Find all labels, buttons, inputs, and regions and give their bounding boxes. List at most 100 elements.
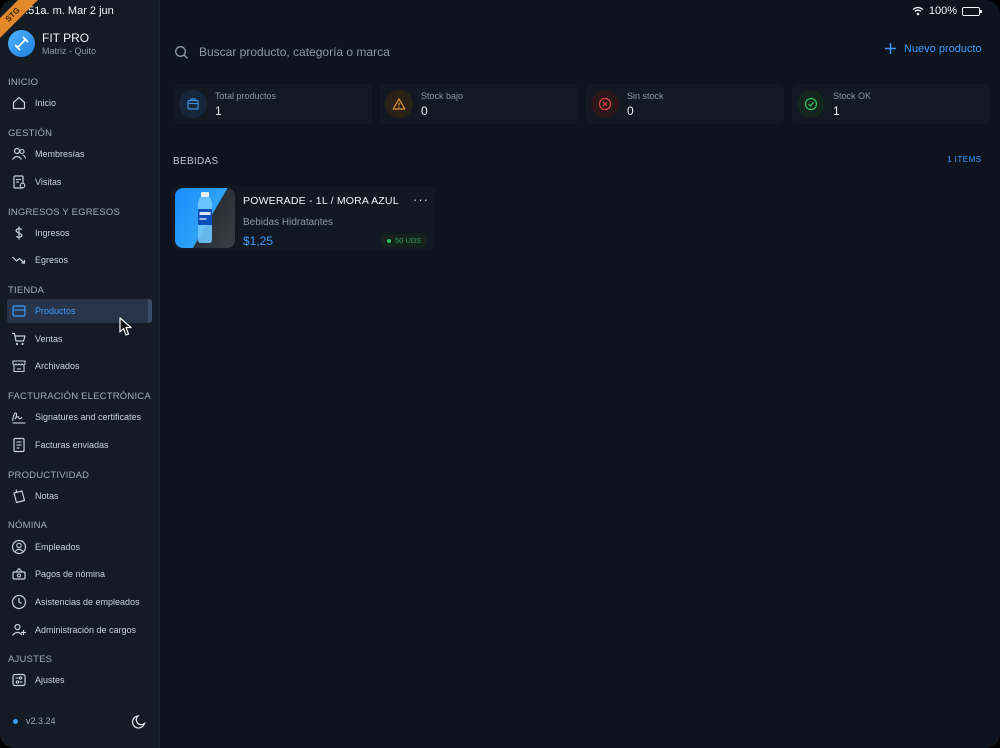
section-label-gestion: GESTIÓN	[8, 128, 53, 139]
search-input[interactable]	[199, 45, 699, 59]
sidebar-item-egresos[interactable]: Egresos	[7, 248, 152, 272]
visits-icon	[13, 175, 26, 189]
section-label-facturacion: FACTURACIÓN ELECTRÓNICA	[8, 391, 151, 402]
sidebar-item-label: Egresos	[35, 255, 69, 265]
section-label-inicio: INICIO	[8, 77, 39, 88]
sidebar-item-ingresos[interactable]: Ingresos	[7, 221, 152, 245]
stat-label: Stock bajo	[421, 90, 464, 101]
sidebar-item-signatures[interactable]: Signatures and certificates	[7, 405, 152, 429]
sidebar-item-empleados[interactable]: Empleados	[7, 535, 152, 559]
sidebar-item-label: Productos	[35, 306, 76, 316]
moon-icon[interactable]	[130, 713, 148, 731]
sidebar-item-ajustes[interactable]: Ajustes	[7, 668, 152, 692]
version-status-dot	[13, 718, 18, 724]
settings-icon	[12, 673, 26, 687]
signature-icon	[11, 412, 26, 424]
check-circle-icon	[797, 90, 825, 118]
stat-label: Stock OK	[833, 90, 872, 101]
stat-stock-ok[interactable]: Stock OK 1	[792, 84, 990, 124]
stat-value: 1	[215, 103, 222, 118]
warning-icon	[385, 90, 413, 118]
sidebar-item-asistencias[interactable]: Asistencias de empleados	[7, 590, 152, 614]
stat-stock-bajo[interactable]: Stock bajo 0	[380, 84, 578, 124]
plus-icon	[885, 43, 896, 54]
sidebar-item-archivados[interactable]: Archivados	[7, 354, 152, 378]
stock-badge: 50 UDS	[382, 234, 427, 247]
stock-status-dot	[387, 238, 391, 243]
search-bar[interactable]	[174, 40, 774, 64]
status-time: 8:51a. m. Mar 2 jun	[19, 5, 114, 17]
clock-icon	[11, 594, 27, 610]
sidebar-item-label: Ingresos	[35, 228, 70, 238]
brand-subtitle: Matriz - Quito	[42, 45, 97, 56]
x-circle-icon	[591, 90, 619, 118]
wifi-icon	[912, 6, 924, 16]
mouse-cursor-icon	[119, 317, 132, 336]
new-product-button[interactable]: Nuevo producto	[884, 42, 982, 55]
stat-sin-stock[interactable]: Sin stock 0	[586, 84, 784, 124]
battery-icon	[962, 6, 982, 16]
section-label-productividad: PRODUCTIVIDAD	[8, 470, 90, 481]
trend-down-icon	[12, 256, 26, 264]
section-label-nomina: NÓMINA	[8, 520, 48, 531]
product-name: POWERADE - 1L / MORA AZUL	[243, 195, 399, 207]
section-label-ajustes: AJUSTES	[8, 654, 53, 665]
sidebar-item-notas[interactable]: Notas	[7, 484, 152, 508]
users-icon	[12, 147, 27, 160]
payroll-icon	[12, 567, 26, 580]
stat-value: 0	[627, 103, 634, 118]
sidebar-item-label: Ventas	[35, 334, 63, 344]
user-circle-icon	[11, 539, 27, 555]
sidebar-item-label: Visitas	[35, 177, 62, 187]
stat-label: Sin stock	[627, 90, 664, 101]
battery-percent: 100%	[928, 5, 957, 17]
sidebar: FIT PRO Matriz - Quito INICIO Inicio GES…	[0, 0, 160, 748]
section-label-tienda: TIENDA	[8, 285, 45, 296]
search-icon	[175, 45, 188, 59]
sidebar-item-visitas[interactable]: Visitas	[7, 170, 152, 194]
stat-value: 0	[421, 103, 428, 118]
home-icon	[12, 96, 26, 110]
user-plus-icon	[12, 623, 26, 636]
invoice-icon	[13, 437, 25, 453]
section-label-ingresos-egresos: INGRESOS Y EGRESOS	[8, 207, 121, 218]
product-image	[175, 188, 235, 248]
sidebar-item-label: Facturas enviadas	[35, 440, 109, 450]
stock-badge-label: 50 UDS	[395, 236, 422, 245]
sidebar-item-label: Asistencias de empleados	[35, 597, 140, 607]
sidebar-item-pagos-nomina[interactable]: Pagos de nómina	[7, 562, 152, 586]
main-content: Nuevo producto Total productos 1 Stock b…	[161, 0, 1000, 748]
app-version: v2.3.24	[13, 716, 56, 726]
sidebar-item-inicio[interactable]: Inicio	[7, 91, 152, 115]
cart-icon	[12, 332, 26, 346]
notes-icon	[13, 489, 26, 504]
version-label: v2.3.24	[26, 716, 56, 726]
sidebar-item-label: Archivados	[35, 361, 80, 371]
sidebar-item-label: Pagos de nómina	[35, 569, 106, 579]
product-price: $1,25	[243, 234, 274, 248]
sidebar-item-label: Membresías	[35, 149, 85, 159]
app-window: 8:51a. m. Mar 2 jun 100% STG FIT PRO Mat…	[0, 0, 1000, 748]
category-title: BEBIDAS	[173, 156, 219, 167]
more-options-icon[interactable]: ···	[413, 192, 429, 207]
sidebar-item-label: Signatures and certificates	[35, 412, 142, 422]
box-icon	[179, 90, 207, 118]
stat-value: 1	[833, 103, 840, 118]
sidebar-item-label: Inicio	[35, 98, 57, 108]
archive-store-icon	[12, 360, 26, 373]
stat-label: Total productos	[215, 90, 277, 101]
status-right: 100%	[912, 5, 982, 17]
sidebar-item-label: Notas	[35, 491, 59, 501]
brand-title: FIT PRO	[42, 30, 90, 45]
new-product-label: Nuevo producto	[904, 42, 982, 55]
sidebar-item-facturas-enviadas[interactable]: Facturas enviadas	[7, 433, 152, 457]
product-card[interactable]: POWERADE - 1L / MORA AZUL ··· Bebidas Hi…	[173, 186, 435, 250]
sidebar-item-administracion-cargos[interactable]: Administración de cargos	[7, 618, 152, 642]
bottle-icon	[198, 192, 212, 243]
sidebar-item-label: Empleados	[35, 542, 81, 552]
brand[interactable]: FIT PRO Matriz - Quito	[8, 30, 96, 57]
sidebar-item-membresias[interactable]: Membresías	[7, 142, 152, 166]
product-category: Bebidas Hidratantes	[243, 217, 334, 228]
dollar-icon	[15, 226, 23, 240]
stat-total-productos[interactable]: Total productos 1	[174, 84, 372, 124]
